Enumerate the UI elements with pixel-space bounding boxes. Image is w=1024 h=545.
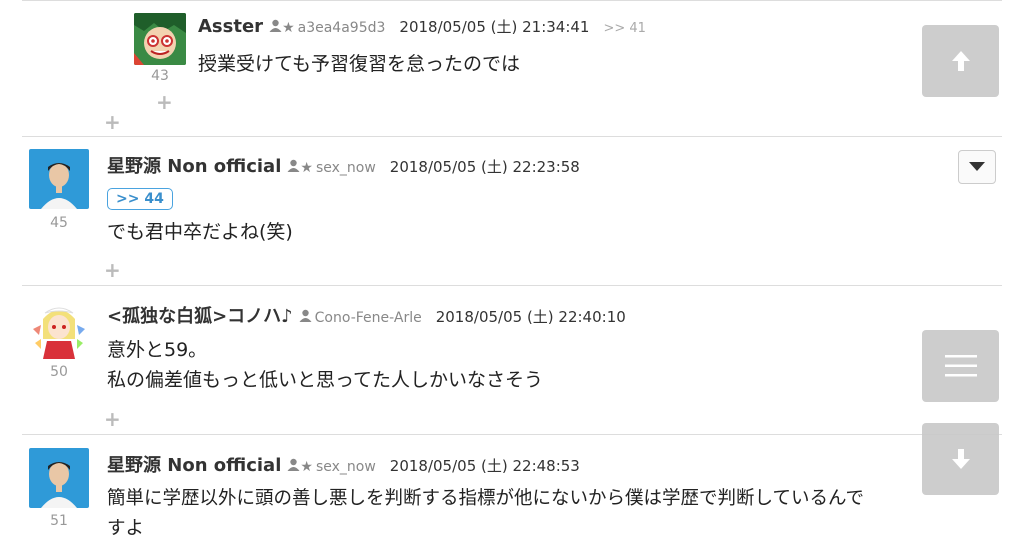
top-separator bbox=[22, 0, 1002, 1]
arrow-up-icon bbox=[951, 51, 970, 71]
post-time: 2018/05/05 (土) 22:40:10 bbox=[435, 308, 626, 326]
menu-icon bbox=[944, 355, 977, 377]
avatar[interactable] bbox=[29, 299, 89, 359]
post-body: でも君中卒だよね(笑) bbox=[107, 217, 293, 247]
star-icon: ★ bbox=[300, 459, 313, 475]
user-icon bbox=[269, 19, 282, 36]
post-number: 43 bbox=[151, 68, 169, 84]
post-time: 2018/05/05 (土) 21:34:41 bbox=[399, 18, 590, 36]
plus-icon[interactable]: + bbox=[104, 258, 121, 282]
reply-link[interactable]: >> 41 bbox=[603, 21, 645, 36]
plus-icon[interactable]: + bbox=[104, 407, 121, 431]
avatar[interactable] bbox=[29, 448, 89, 508]
menu-button[interactable] bbox=[922, 330, 999, 402]
separator bbox=[22, 434, 1002, 435]
star-icon: ★ bbox=[282, 20, 295, 36]
separator bbox=[22, 285, 1002, 286]
avatar[interactable] bbox=[29, 149, 89, 209]
post-body: 簡単に学歴以外に頭の善し悪しを判断する指標が他にないから僕は学歴で判断しているん… bbox=[107, 484, 864, 544]
user-id: sex_now bbox=[315, 160, 376, 176]
avatar-image bbox=[29, 149, 89, 209]
avatar[interactable] bbox=[134, 13, 186, 65]
post-line: でも君中卒だよね(笑) bbox=[107, 221, 293, 243]
poster-name[interactable]: Asster bbox=[198, 16, 263, 37]
avatar-image bbox=[29, 448, 89, 508]
user-id: sex_now bbox=[315, 459, 376, 475]
poster-name[interactable]: 星野源 Non official bbox=[107, 451, 281, 477]
user-icon bbox=[287, 458, 300, 475]
plus-icon[interactable]: + bbox=[156, 90, 173, 114]
avatar-image bbox=[29, 299, 89, 359]
user-icon bbox=[287, 159, 300, 176]
post-menu-dropdown[interactable] bbox=[958, 150, 996, 184]
arrow-down-icon bbox=[951, 449, 970, 469]
separator bbox=[22, 136, 1002, 137]
post-time: 2018/05/05 (土) 22:23:58 bbox=[389, 158, 580, 176]
avatar-image bbox=[134, 13, 186, 65]
reply-anchor[interactable]: >> 44 bbox=[107, 188, 173, 210]
post-line: すよ bbox=[107, 518, 145, 539]
star-icon: ★ bbox=[300, 160, 313, 176]
post-time: 2018/05/05 (土) 22:48:53 bbox=[389, 457, 580, 475]
plus-icon[interactable]: + bbox=[104, 110, 121, 134]
user-id: a3ea4a95d3 bbox=[297, 20, 386, 36]
post-line: 私の偏差値もっと低いと思ってた人しかいなさそう bbox=[107, 369, 544, 391]
post-line: 簡単に学歴以外に頭の善し悪しを判断する指標が他にないから僕は学歴で判断しているん… bbox=[107, 488, 865, 509]
post-number: 50 bbox=[50, 364, 68, 380]
post-number: 45 bbox=[50, 215, 68, 231]
scroll-top-button[interactable] bbox=[922, 25, 999, 97]
caret-down-icon bbox=[969, 162, 985, 171]
post-line: 意外と59。 bbox=[107, 339, 208, 361]
scroll-bottom-button[interactable] bbox=[922, 423, 999, 495]
post-line: 授業受けても予習復習を怠ったのでは bbox=[198, 53, 521, 75]
poster-name[interactable]: <孤独な白狐>コノハ♪ bbox=[107, 302, 293, 328]
post-number: 51 bbox=[50, 513, 68, 529]
user-icon bbox=[299, 309, 312, 326]
user-id: Cono-Fene-Arle bbox=[314, 310, 422, 326]
post-body: 意外と59。 私の偏差値もっと低いと思ってた人しかいなさそう bbox=[107, 335, 543, 395]
post-body: 授業受けても予習復習を怠ったのでは bbox=[198, 49, 520, 79]
poster-name[interactable]: 星野源 Non official bbox=[107, 152, 281, 178]
